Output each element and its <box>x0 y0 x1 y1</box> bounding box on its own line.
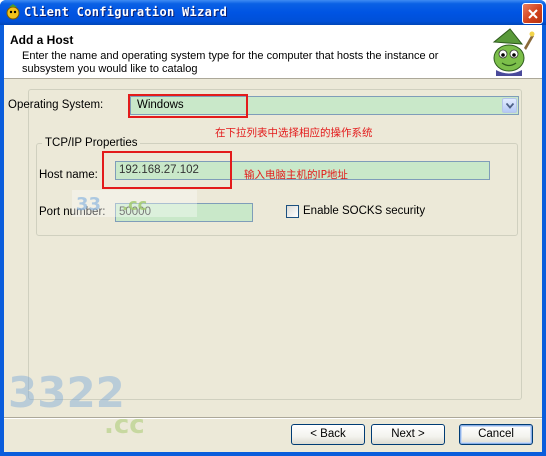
button-separator <box>4 417 542 419</box>
window-title: Client Configuration Wizard <box>24 5 228 19</box>
wizard-mascot-icon <box>492 28 535 76</box>
os-label: Operating System: <box>8 99 104 111</box>
page-title: Add a Host <box>10 33 74 47</box>
tcp-ip-legend: TCP/IP Properties <box>42 137 141 149</box>
svg-text:33: 33 <box>76 194 101 215</box>
dialog-client-area: Add a Host Enter the name and operating … <box>4 25 542 452</box>
back-button[interactable]: < Back <box>291 424 365 445</box>
os-annotation: 在下拉列表中选择相应的操作系统 <box>215 127 373 139</box>
close-icon <box>528 9 538 19</box>
wizard-header: Add a Host Enter the name and operating … <box>4 25 542 79</box>
wizard-window: Client Configuration Wizard Add a Host E… <box>0 0 546 456</box>
wizard-app-icon <box>6 4 20 20</box>
os-highlight-box <box>128 94 248 118</box>
cancel-button[interactable]: Cancel <box>459 424 533 445</box>
host-highlight-box <box>102 151 232 189</box>
page-description: Enter the name and operating system type… <box>22 50 439 75</box>
svg-text:.cc: .cc <box>104 410 145 437</box>
close-button[interactable] <box>522 3 543 24</box>
chevron-down-icon <box>506 103 514 109</box>
svg-text:.cc: .cc <box>122 195 147 214</box>
socks-checkbox[interactable] <box>286 205 299 218</box>
next-button[interactable]: Next > <box>371 424 445 445</box>
socks-label[interactable]: Enable SOCKS security <box>303 205 425 217</box>
dropdown-button[interactable] <box>502 98 517 113</box>
watermark-logo-bottom: 3322 .cc <box>8 368 145 437</box>
title-bar[interactable]: Client Configuration Wizard <box>0 0 546 25</box>
host-annotation: 输入电脑主机的IP地址 <box>244 169 348 181</box>
host-name-label: Host name: <box>39 169 98 181</box>
watermark-logo-top: 33 .cc <box>72 190 197 217</box>
